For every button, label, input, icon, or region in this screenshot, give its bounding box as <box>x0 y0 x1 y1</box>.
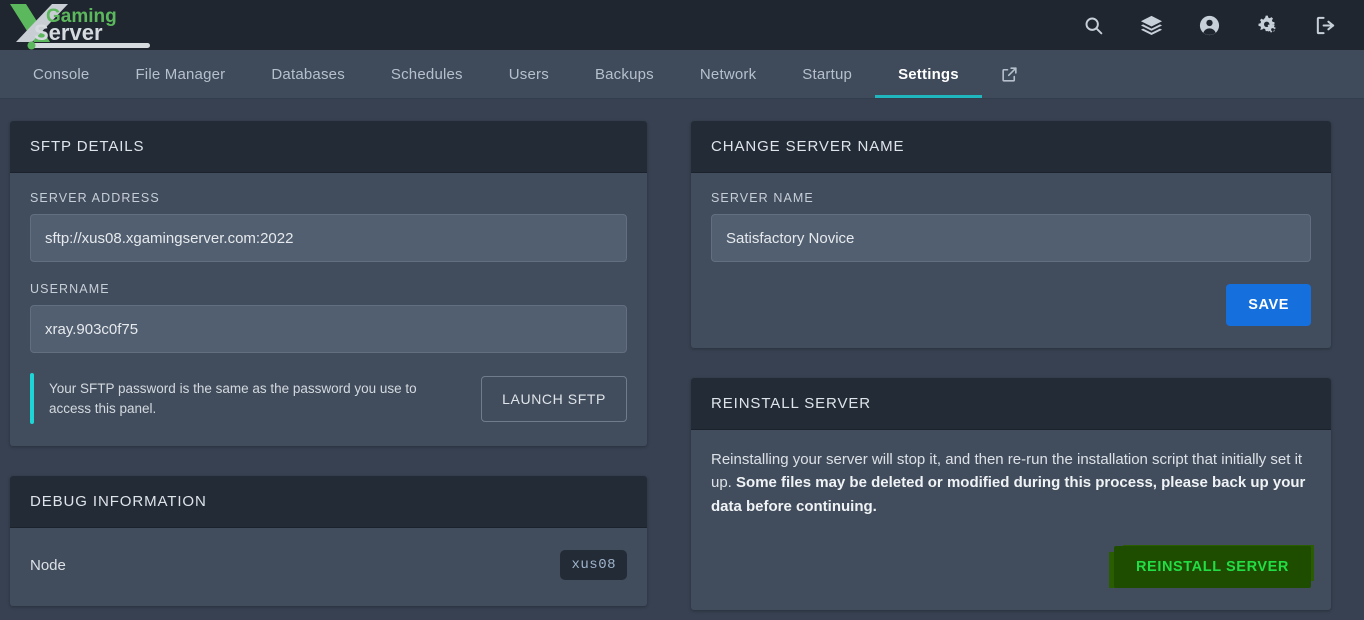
reinstall-server-button[interactable]: REINSTALL SERVER <box>1113 545 1311 588</box>
note-accent-bar <box>30 373 34 425</box>
tab-label: Users <box>508 65 549 83</box>
tab-label: File Manager <box>135 65 226 83</box>
server-name-panel-title: CHANGE SERVER NAME <box>691 121 1331 173</box>
header-icon-group <box>1076 8 1342 42</box>
save-button[interactable]: SAVE <box>1226 284 1311 326</box>
sftp-password-note: Your SFTP password is the same as the pa… <box>30 373 465 425</box>
brand-logo[interactable]: Gaming Server <box>0 0 156 50</box>
svg-text:Server: Server <box>34 20 103 45</box>
tab-label: Network <box>699 65 757 83</box>
reinstall-panel-body: Reinstalling your server will stop it, a… <box>691 430 1331 610</box>
server-address-input[interactable] <box>30 214 627 262</box>
tab-console[interactable]: Console <box>10 50 112 98</box>
sftp-panel-title: SFTP DETAILS <box>10 121 647 173</box>
reinstall-panel-title: REINSTALL SERVER <box>691 378 1331 430</box>
layers-icon[interactable] <box>1134 8 1168 42</box>
external-link-icon <box>1002 66 1017 82</box>
debug-row-label: Node <box>30 556 66 574</box>
tab-label: Settings <box>898 65 959 83</box>
search-icon[interactable] <box>1076 8 1110 42</box>
reinstall-actions: REINSTALL SERVER <box>711 545 1311 588</box>
server-name-label: SERVER NAME <box>711 191 814 205</box>
debug-row-value: xus08 <box>560 550 627 581</box>
tab-label: Startup <box>802 65 853 83</box>
tab-label: Schedules <box>390 65 463 83</box>
account-icon[interactable] <box>1192 8 1226 42</box>
sftp-note-row: Your SFTP password is the same as the pa… <box>30 373 627 425</box>
tab-label: Databases <box>271 65 345 83</box>
tab-network[interactable]: Network <box>677 50 779 98</box>
server-nav-tabs: Console File Manager Databases Schedules… <box>0 50 1364 99</box>
username-label: USERNAME <box>30 282 110 296</box>
reinstall-description-bold: Some files may be deleted or modified du… <box>711 474 1306 515</box>
sftp-note-text: Your SFTP password is the same as the pa… <box>49 381 417 416</box>
tab-databases[interactable]: Databases <box>248 50 368 98</box>
username-input[interactable] <box>30 305 627 353</box>
left-column: SFTP DETAILS SERVER ADDRESS USERNAME You… <box>10 121 647 607</box>
tab-startup[interactable]: Startup <box>779 50 875 98</box>
server-address-field-block: SERVER ADDRESS <box>30 191 627 262</box>
tab-users[interactable]: Users <box>486 50 572 98</box>
server-name-panel-body: SERVER NAME SAVE <box>691 173 1331 348</box>
admin-cogs-icon[interactable] <box>1250 8 1284 42</box>
tab-schedules[interactable]: Schedules <box>368 50 486 98</box>
external-link-tab[interactable] <box>982 50 1037 98</box>
sftp-details-panel: SFTP DETAILS SERVER ADDRESS USERNAME You… <box>10 121 647 447</box>
tab-label: Backups <box>594 65 654 83</box>
reinstall-description: Reinstalling your server will stop it, a… <box>711 448 1311 518</box>
debug-panel-title: DEBUG INFORMATION <box>10 476 647 529</box>
tab-backups[interactable]: Backups <box>572 50 677 98</box>
change-server-name-panel: CHANGE SERVER NAME SERVER NAME SAVE <box>691 121 1331 348</box>
server-name-actions: SAVE <box>711 284 1311 326</box>
settings-content: SFTP DETAILS SERVER ADDRESS USERNAME You… <box>0 99 1364 610</box>
top-header: Gaming Server <box>0 0 1364 50</box>
reinstall-server-panel: REINSTALL SERVER Reinstalling your serve… <box>691 378 1331 610</box>
logout-icon[interactable] <box>1308 8 1342 42</box>
sftp-panel-body: SERVER ADDRESS USERNAME Your SFTP passwo… <box>10 173 647 446</box>
xgamingserver-logo-icon: Gaming Server <box>10 4 150 50</box>
launch-sftp-button[interactable]: LAUNCH SFTP <box>481 375 627 422</box>
server-address-label: SERVER ADDRESS <box>30 191 160 205</box>
debug-information-panel: DEBUG INFORMATION Node xus08 <box>10 476 647 607</box>
table-row: Node xus08 <box>30 546 627 584</box>
server-name-input[interactable] <box>711 214 1311 262</box>
tab-settings[interactable]: Settings <box>875 50 982 98</box>
tab-label: Console <box>33 65 90 83</box>
tab-file-manager[interactable]: File Manager <box>112 50 248 98</box>
username-field-block: USERNAME <box>30 282 627 353</box>
right-column: CHANGE SERVER NAME SERVER NAME SAVE REIN… <box>691 121 1331 610</box>
debug-panel-body: Node xus08 <box>10 528 647 606</box>
